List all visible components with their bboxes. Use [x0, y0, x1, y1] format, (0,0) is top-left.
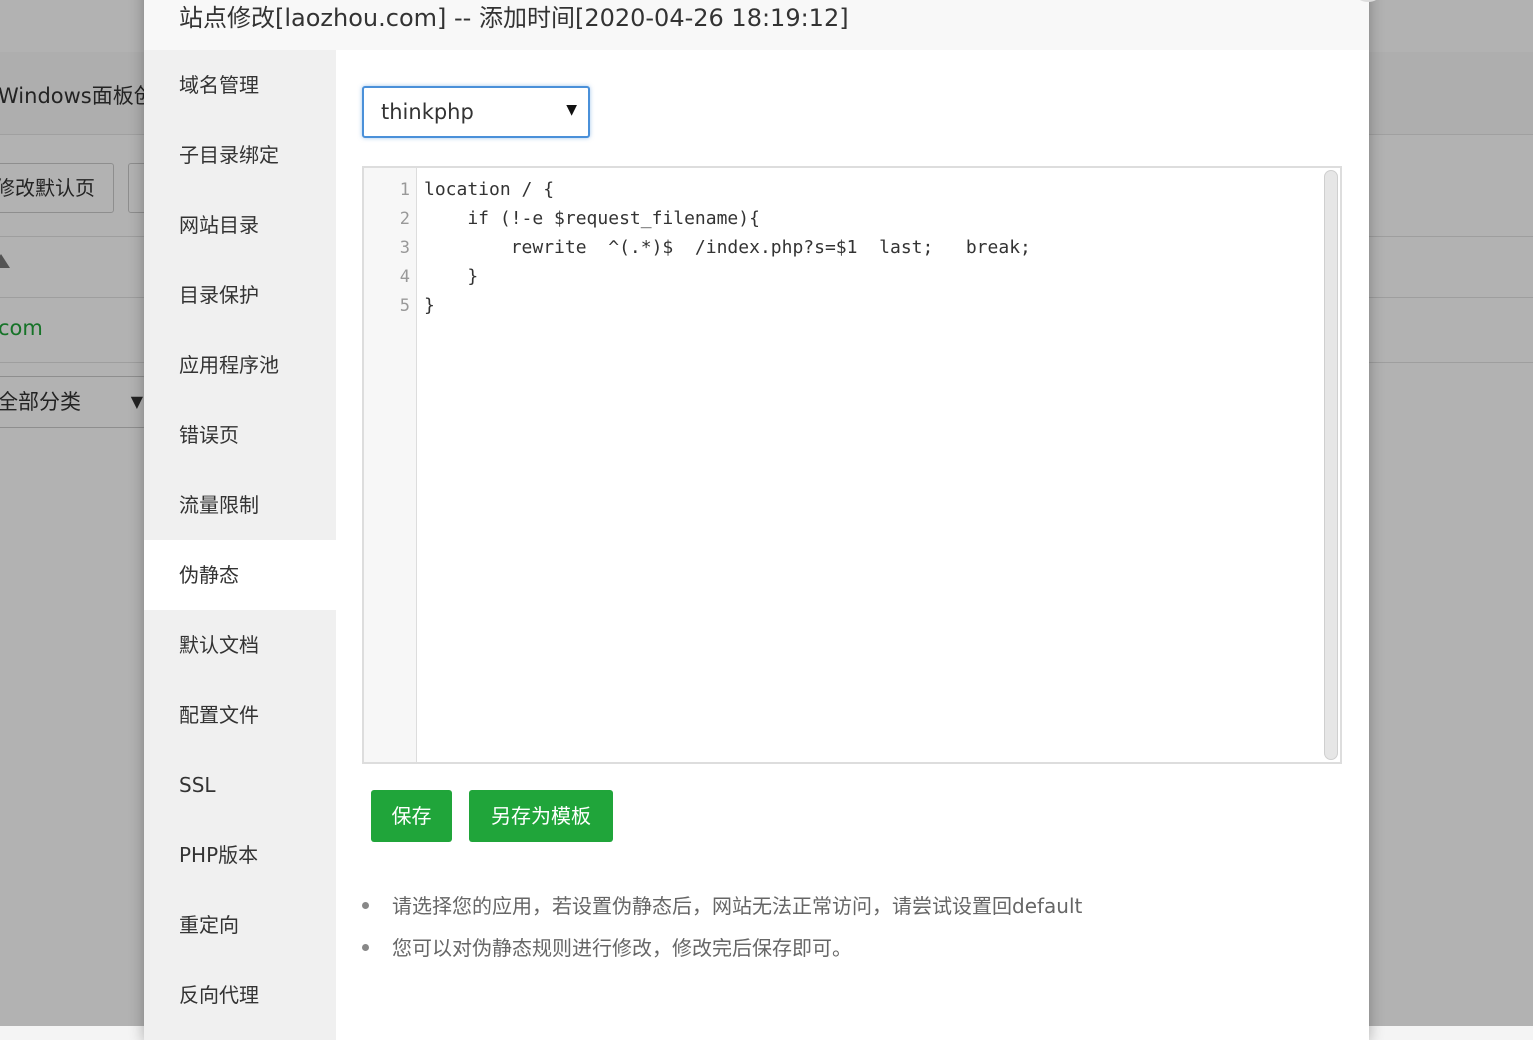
modal-sidebar: 域名管理 子目录绑定 网站目录 目录保护 应用程序池 错误页 流量限制 伪静态 …	[144, 50, 336, 1040]
sidebar-item-subdirectory-binding[interactable]: 子目录绑定	[144, 120, 336, 190]
sidebar-item-site-directory[interactable]: 网站目录	[144, 190, 336, 260]
tip-text: 您可以对伪静态规则进行修改，修改完后保存即可。	[392, 936, 852, 960]
rewrite-panel: thinkphp ▼ 1 2 3 4 5 location / { if (!-…	[336, 50, 1369, 1040]
modal-header: 站点修改[laozhou.com] -- 添加时间[2020-04-26 18:…	[144, 0, 1385, 51]
code-line: }	[424, 295, 435, 316]
line-number: 4	[399, 267, 410, 287]
sidebar-item-reverse-proxy[interactable]: 反向代理	[144, 960, 336, 1030]
sidebar-item-default-document[interactable]: 默认文档	[144, 610, 336, 680]
code-line: location / {	[424, 179, 555, 200]
editor-scrollbar[interactable]	[1324, 170, 1338, 760]
save-as-template-button[interactable]: 另存为模板	[469, 790, 613, 842]
sidebar-item-ssl[interactable]: SSL	[144, 750, 336, 820]
code-line: }	[424, 266, 479, 287]
line-number: 3	[399, 238, 410, 258]
code-line: if (!-e $request_filename){	[424, 208, 760, 229]
sidebar-item-directory-protection[interactable]: 目录保护	[144, 260, 336, 330]
rewrite-template-value: thinkphp	[381, 100, 474, 124]
rewrite-template-select[interactable]: thinkphp ▼	[362, 86, 590, 138]
line-number: 5	[399, 296, 410, 316]
save-button[interactable]: 保存	[371, 790, 452, 842]
sidebar-item-redirect[interactable]: 重定向	[144, 890, 336, 960]
line-number: 1	[399, 180, 410, 200]
modal-title: 站点修改[laozhou.com] -- 添加时间[2020-04-26 18:…	[179, 4, 849, 32]
sidebar-item-app-pool[interactable]: 应用程序池	[144, 330, 336, 400]
line-number: 2	[399, 209, 410, 229]
rewrite-code-editor[interactable]: 1 2 3 4 5 location / { if (!-e $request_…	[362, 166, 1342, 764]
code-line: rewrite ^(.*)$ /index.php?s=$1 last; bre…	[424, 237, 1031, 258]
caret-down-icon: ▼	[566, 102, 577, 118]
sidebar-item-error-page[interactable]: 错误页	[144, 400, 336, 470]
sidebar-item-config-file[interactable]: 配置文件	[144, 680, 336, 750]
bullet-icon	[362, 902, 369, 909]
tip-text: 请选择您的应用，若设置伪静态后，网站无法正常访问，请尝试设置回default	[392, 894, 1083, 918]
sidebar-item-traffic-limit[interactable]: 流量限制	[144, 470, 336, 540]
line-number-gutter: 1 2 3 4 5	[364, 168, 417, 762]
sidebar-item-php-version[interactable]: PHP版本	[144, 820, 336, 890]
site-edit-modal: 站点修改[laozhou.com] -- 添加时间[2020-04-26 18:…	[144, 0, 1385, 1040]
sidebar-item-domain-management[interactable]: 域名管理	[144, 50, 336, 120]
sidebar-item-rewrite[interactable]: 伪静态	[144, 540, 336, 610]
bullet-icon	[362, 944, 369, 951]
